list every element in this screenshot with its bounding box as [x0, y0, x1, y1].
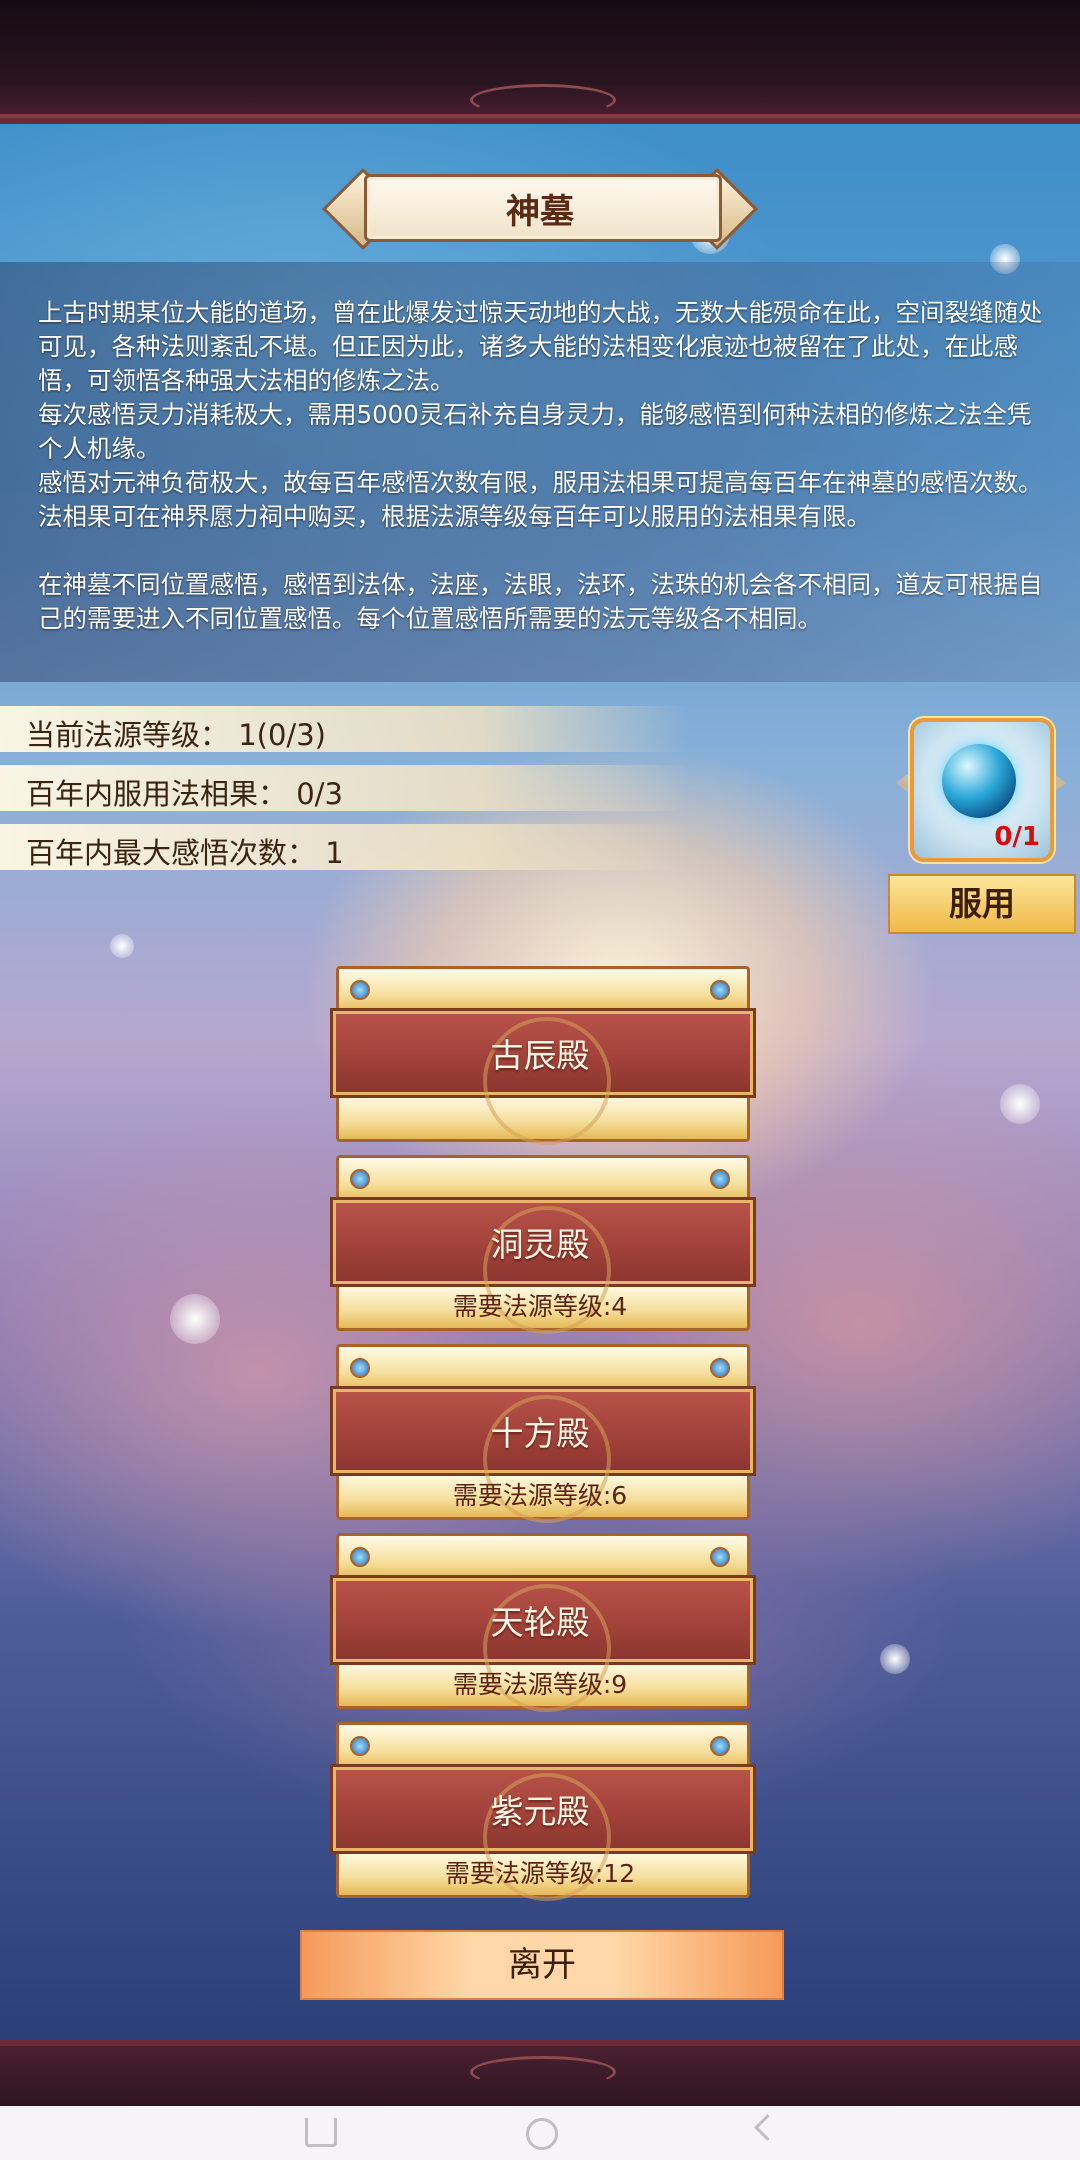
gem-icon — [710, 1547, 730, 1567]
star — [170, 1294, 220, 1344]
top-frame — [0, 0, 1080, 124]
hall-button-dongling[interactable]: 洞灵殿 需要法源等级:4 — [330, 1155, 756, 1334]
hall-name: 古辰殿 — [490, 1036, 590, 1075]
hall-requirement: 需要法源等级:12 — [444, 1859, 636, 1888]
hall-name: 紫元殿 — [490, 1792, 590, 1831]
hall-name: 洞灵殿 — [490, 1225, 590, 1264]
system-nav-bar — [0, 2106, 1080, 2160]
stat-fruit-used: 百年内服用法相果： 0/3 — [0, 765, 690, 811]
hall-requirement: 需要法源等级:9 — [452, 1670, 628, 1699]
page-title: 神墓 — [506, 192, 574, 232]
hall-button-guchen[interactable]: 古辰殿 — [330, 966, 756, 1145]
stat-max-insight-text: 百年内最大感悟次数： 1 — [26, 836, 344, 870]
gem-icon — [350, 1547, 370, 1567]
bottom-frame — [0, 2040, 1080, 2112]
top-ornament — [470, 84, 616, 116]
hall-button-ziyuan[interactable]: 紫元殿 需要法源等级:12 — [330, 1722, 756, 1901]
title-banner: 神墓 — [321, 167, 759, 251]
stat-fruit-used-text: 百年内服用法相果： 0/3 — [26, 777, 343, 811]
description-paragraph: 感悟对元神负荷极大，故每百年感悟次数有限，服用法相果可提高每百年在神墓的感悟次数… — [38, 468, 1043, 531]
bottom-ornament — [470, 2056, 616, 2088]
blue-orb-icon — [942, 744, 1016, 818]
use-fruit-button[interactable]: 服用 — [888, 874, 1076, 934]
hall-requirement: 需要法源等级:4 — [452, 1292, 628, 1321]
description-paragraph: 每次感悟灵力消耗极大，需用5000灵石补充自身灵力，能够感悟到何种法相的修炼之法… — [38, 400, 1032, 463]
fruit-item-slot[interactable]: 0/1 — [896, 708, 1066, 862]
stat-source-level-text: 当前法源等级： 1(0/3) — [26, 718, 326, 752]
gem-icon — [710, 1736, 730, 1756]
star — [110, 934, 134, 958]
hall-button-tianlun[interactable]: 天轮殿 需要法源等级:9 — [330, 1533, 756, 1712]
hall-requirement: 需要法源等级:6 — [452, 1481, 628, 1510]
back-icon[interactable] — [750, 2118, 776, 2144]
star — [880, 1644, 910, 1674]
stat-max-insight: 百年内最大感悟次数： 1 — [0, 824, 690, 870]
gem-icon — [710, 1358, 730, 1378]
gem-icon — [350, 1358, 370, 1378]
hall-name: 天轮殿 — [490, 1603, 590, 1642]
description-panel: 上古时期某位大能的道场，曾在此爆发过惊天动地的大战，无数大能殒命在此，空间裂缝随… — [0, 262, 1080, 682]
home-icon[interactable] — [526, 2118, 558, 2150]
gem-icon — [350, 1169, 370, 1189]
menu-icon[interactable] — [305, 2118, 337, 2147]
gem-icon — [710, 1169, 730, 1189]
leave-button[interactable]: 离开 — [300, 1930, 784, 2000]
description-paragraph: 在神墓不同位置感悟，感悟到法体，法座，法眼，法环，法珠的机会各不相同，道友可根据… — [38, 570, 1043, 633]
star — [1000, 1084, 1040, 1124]
gem-icon — [350, 980, 370, 1000]
gem-icon — [710, 980, 730, 1000]
gem-icon — [350, 1736, 370, 1756]
description-paragraph: 上古时期某位大能的道场，曾在此爆发过惊天动地的大战，无数大能殒命在此，空间裂缝随… — [38, 298, 1043, 395]
stat-source-level: 当前法源等级： 1(0/3) — [0, 706, 690, 752]
hall-name: 十方殿 — [490, 1414, 590, 1453]
item-count: 0/1 — [994, 822, 1040, 852]
hall-button-shifang[interactable]: 十方殿 需要法源等级:6 — [330, 1344, 756, 1523]
